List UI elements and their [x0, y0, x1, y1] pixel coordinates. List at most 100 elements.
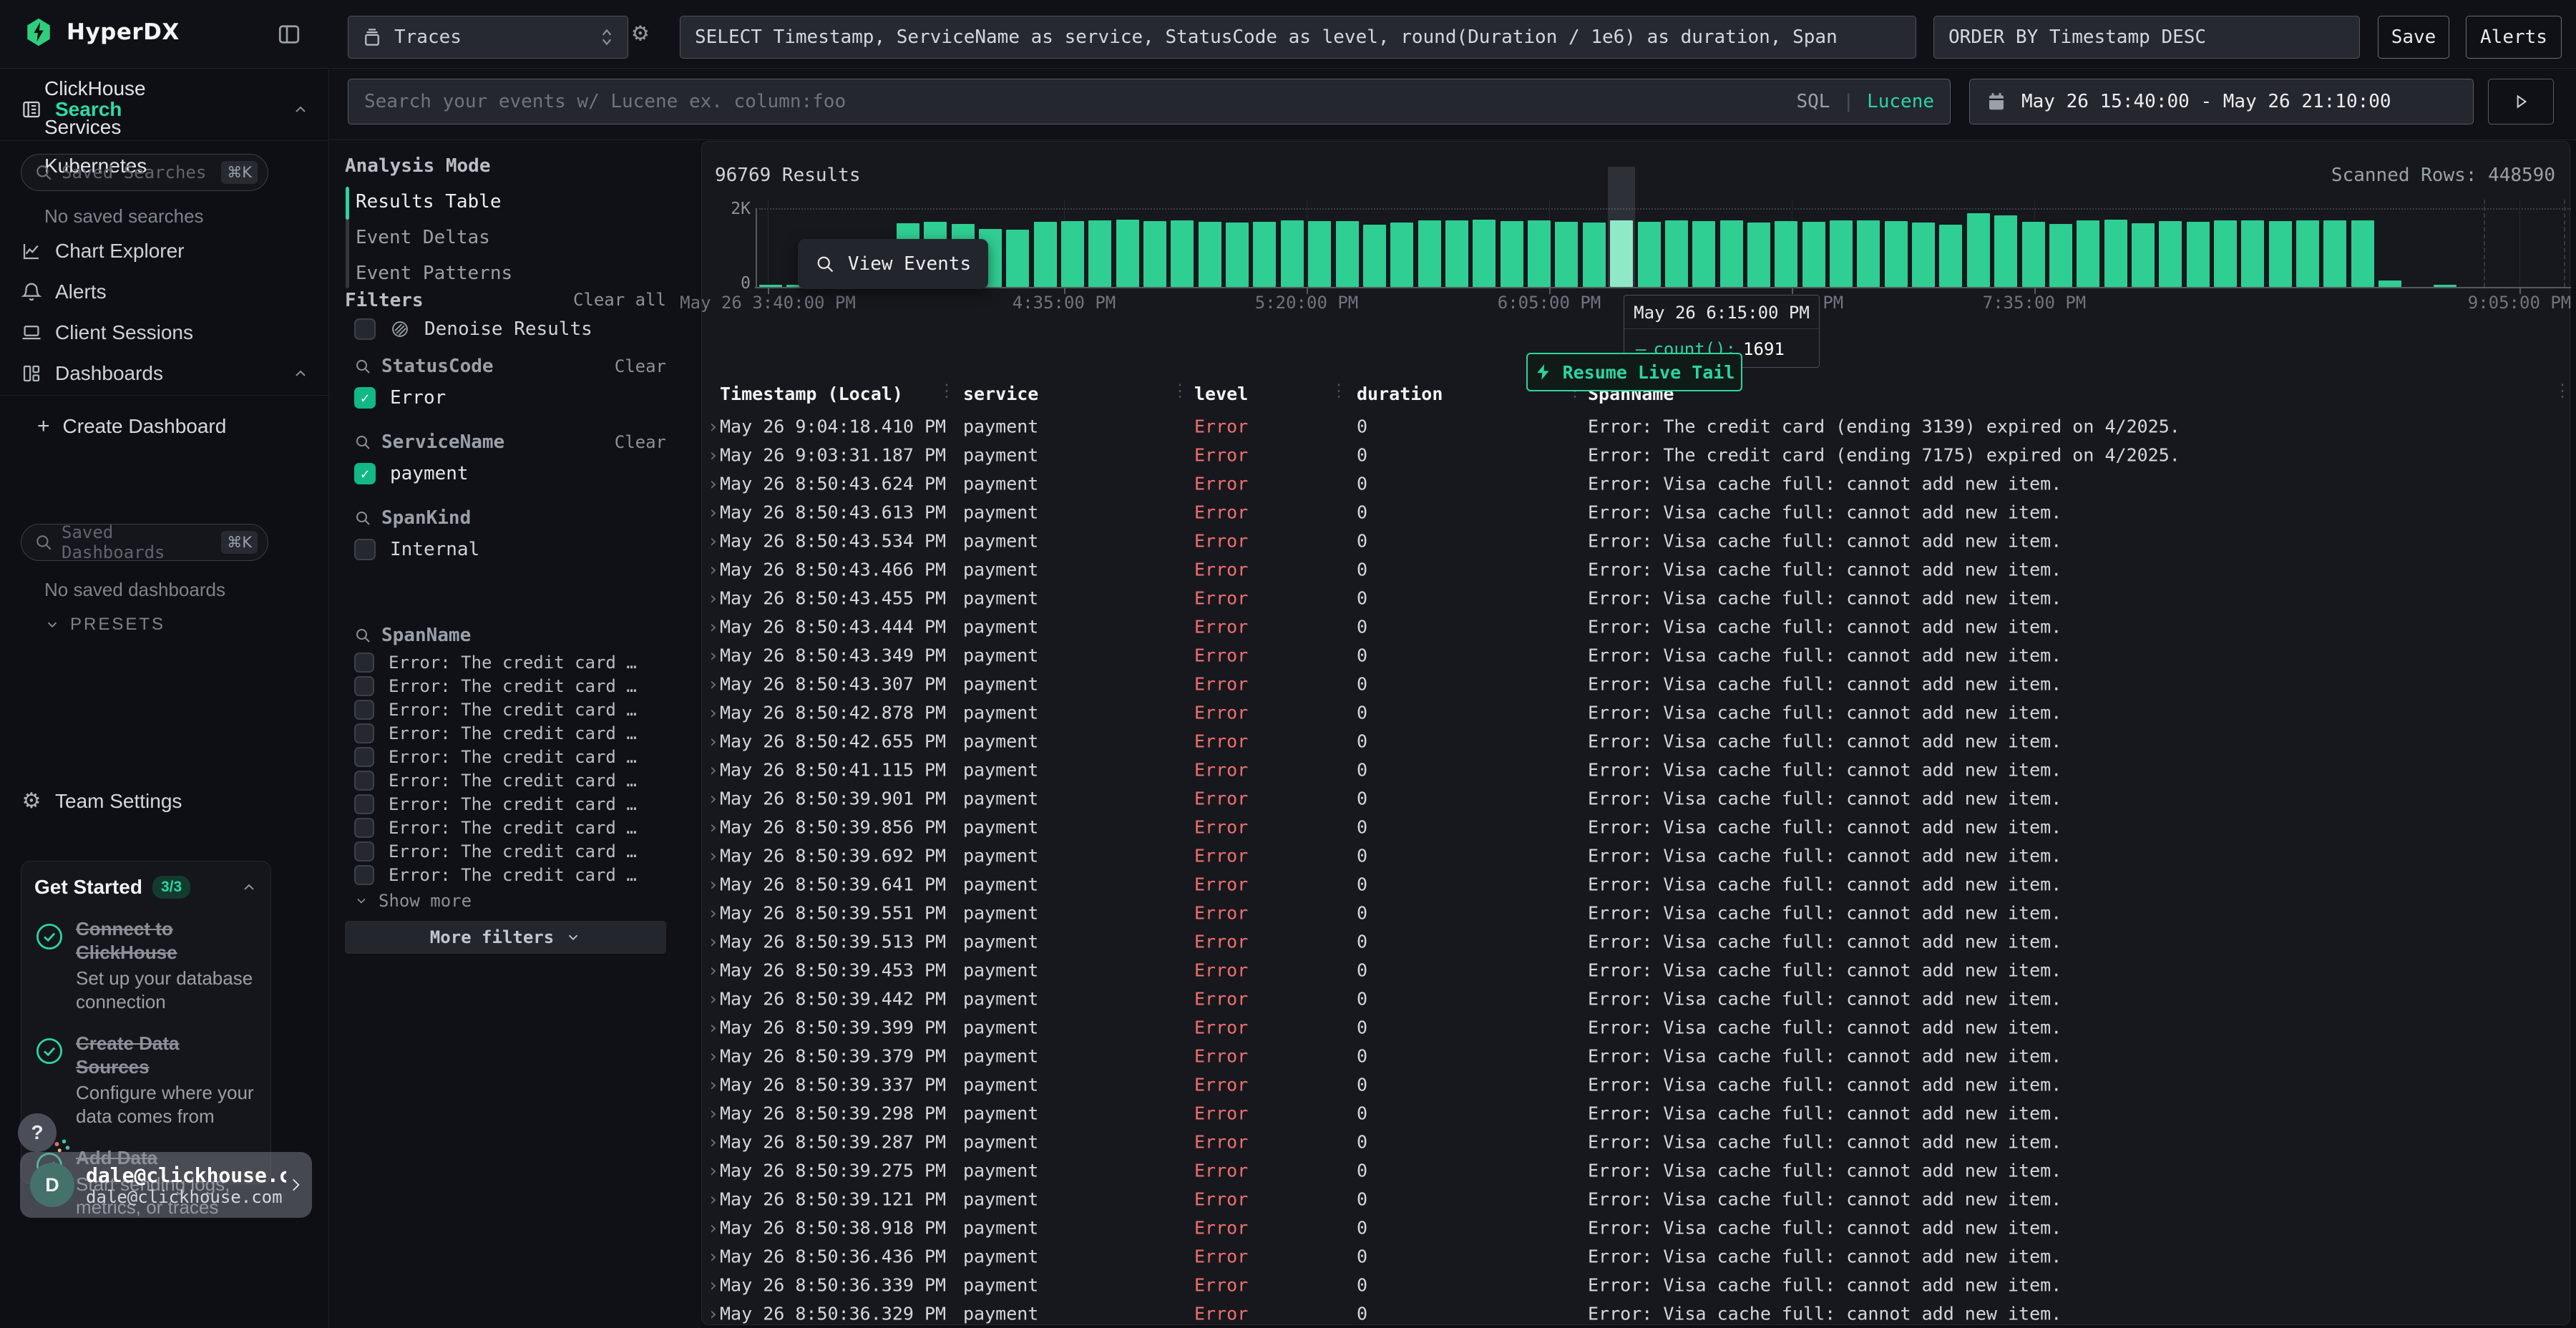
histogram-slot[interactable] [1830, 208, 1857, 287]
histogram-bar[interactable] [1308, 221, 1331, 287]
row-expand-chevron-icon[interactable]: › [708, 1075, 718, 1095]
table-row[interactable]: › May 26 8:50:39.692 PM payment Error 0 … [702, 841, 2571, 870]
table-row[interactable]: › May 26 8:50:39.337 PM payment Error 0 … [702, 1070, 2571, 1099]
histogram-bar[interactable] [1116, 220, 1139, 287]
row-expand-chevron-icon[interactable]: › [708, 1103, 718, 1124]
row-expand-chevron-icon[interactable]: › [708, 674, 718, 695]
row-expand-chevron-icon[interactable]: › [708, 1132, 718, 1153]
filter-checkbox-row[interactable]: Error: The credit card … [354, 839, 669, 863]
column-header[interactable]: service [963, 384, 1038, 404]
row-expand-chevron-icon[interactable]: › [708, 560, 718, 580]
filter-checkbox-row[interactable]: Error: The credit card … [354, 721, 669, 745]
table-row[interactable]: › May 26 8:50:43.466 PM payment Error 0 … [702, 555, 2571, 584]
chevron-up-icon[interactable] [292, 101, 309, 118]
user-account-chip[interactable]: D dale@clickhouse.com dale@clickhouse.co… [20, 1152, 312, 1218]
show-more-button[interactable]: Show more [354, 891, 472, 911]
histogram-slot[interactable] [2187, 208, 2214, 287]
histogram-slot[interactable] [1583, 208, 1610, 287]
sidebar-item-alerts[interactable]: Alerts [0, 280, 329, 303]
row-expand-chevron-icon[interactable]: › [708, 1017, 718, 1038]
table-row[interactable]: › May 26 8:50:39.287 PM payment Error 0 … [702, 1128, 2571, 1156]
resume-live-tail-button[interactable]: Resume Live Tail [1526, 353, 1742, 391]
histogram-slot[interactable] [1061, 208, 1088, 287]
sidebar-item-search[interactable]: Search [0, 98, 329, 121]
histogram-slot[interactable] [2159, 208, 2186, 287]
histogram-bar[interactable] [2104, 220, 2127, 287]
histogram-bar[interactable] [1501, 221, 1523, 287]
run-query-button[interactable] [2488, 79, 2554, 125]
histogram-bar[interactable] [1336, 221, 1359, 287]
histogram-slot[interactable] [1665, 208, 1692, 287]
histogram-slot[interactable] [1418, 208, 1445, 287]
histogram-bar[interactable] [2351, 220, 2374, 288]
histogram-slot[interactable] [1390, 208, 1418, 287]
histogram-slot[interactable] [1116, 208, 1143, 287]
checkbox[interactable] [354, 818, 374, 838]
histogram-bar[interactable] [2214, 220, 2237, 287]
histogram-bar[interactable] [1143, 221, 1166, 287]
checkbox[interactable]: ✓ [354, 387, 376, 409]
histogram-bar[interactable] [1088, 220, 1111, 288]
histogram-bar[interactable] [1638, 222, 1661, 287]
histogram-slot[interactable] [1638, 208, 1665, 287]
source-settings-gear-icon[interactable]: ⚙ [633, 20, 648, 46]
more-filters-button[interactable]: More filters [345, 921, 666, 954]
create-dashboard-button[interactable]: + Create Dashboard [0, 414, 329, 439]
histogram-slot[interactable] [1967, 208, 1994, 287]
checkbox[interactable] [354, 676, 374, 696]
column-resize-handle[interactable]: ⋮ [938, 381, 954, 401]
order-by-editor[interactable]: ORDER BY Timestamp DESC [1933, 16, 2360, 59]
sql-select-editor[interactable]: SELECT Timestamp, ServiceName as service… [680, 16, 1916, 59]
row-expand-chevron-icon[interactable]: › [708, 846, 718, 866]
histogram-slot[interactable] [1501, 208, 1528, 287]
mode-lucene-toggle[interactable]: Lucene [1867, 91, 1934, 112]
table-row[interactable]: › May 26 8:50:39.121 PM payment Error 0 … [702, 1185, 2571, 1214]
histogram-slot[interactable] [2461, 208, 2488, 287]
table-row[interactable]: › May 26 8:50:38.918 PM payment Error 0 … [702, 1214, 2571, 1242]
histogram-slot[interactable] [2214, 208, 2241, 287]
histogram-bar[interactable] [1418, 220, 1441, 288]
histogram-bar[interactable] [1885, 221, 1908, 287]
checkbox[interactable] [354, 794, 374, 814]
row-expand-chevron-icon[interactable]: › [708, 474, 718, 494]
saved-searches-input[interactable]: Saved Searches ⌘K [21, 154, 268, 191]
row-expand-chevron-icon[interactable]: › [708, 1246, 718, 1267]
logo[interactable]: HyperDX [24, 17, 180, 47]
sidebar-item-chart-explorer[interactable]: Chart Explorer [0, 240, 329, 263]
row-expand-chevron-icon[interactable]: › [708, 874, 718, 895]
save-button[interactable]: Save [2378, 16, 2449, 59]
histogram-slot[interactable] [1363, 208, 1390, 287]
chevron-up-icon[interactable] [292, 365, 309, 382]
table-row[interactable]: › May 26 8:50:39.453 PM payment Error 0 … [702, 956, 2571, 985]
table-row[interactable]: › May 26 8:50:43.624 PM payment Error 0 … [702, 469, 2571, 498]
alerts-button[interactable]: Alerts [2466, 16, 2562, 59]
histogram-slot[interactable] [1939, 208, 1966, 287]
search-icon[interactable] [354, 358, 371, 375]
filter-checkbox-row[interactable]: Error: The credit card … [354, 863, 669, 887]
histogram-slot[interactable] [1720, 208, 1747, 287]
histogram-slot[interactable] [1912, 208, 1939, 287]
histogram-bar[interactable] [2241, 220, 2264, 288]
histogram-slot[interactable] [2351, 208, 2379, 287]
table-row[interactable]: › May 26 8:50:39.641 PM payment Error 0 … [702, 870, 2571, 899]
help-button[interactable]: ? [18, 1113, 57, 1152]
row-expand-chevron-icon[interactable]: › [708, 588, 718, 609]
histogram-bar[interactable] [1692, 221, 1715, 287]
histogram-bar[interactable] [2159, 221, 2182, 287]
histogram-slot[interactable] [2489, 208, 2516, 287]
histogram-bar[interactable] [2187, 222, 2210, 287]
histogram-bar[interactable] [1171, 220, 1194, 287]
table-row[interactable]: › May 26 8:50:39.442 PM payment Error 0 … [702, 985, 2571, 1013]
checkbox[interactable] [354, 865, 374, 885]
histogram-bar[interactable] [1720, 220, 1743, 288]
histogram-slot[interactable] [1857, 208, 1884, 287]
table-row[interactable]: › May 26 9:03:31.187 PM payment Error 0 … [702, 441, 2571, 469]
histogram-slot[interactable] [1775, 208, 1802, 287]
presets-toggle[interactable]: PRESETS [0, 615, 329, 635]
histogram-bar[interactable] [1802, 222, 1825, 287]
filter-checkbox-row[interactable]: Internal [354, 534, 479, 565]
view-events-button[interactable]: View Events [798, 239, 988, 289]
histogram-slot[interactable] [2132, 208, 2159, 287]
column-resize-handle[interactable]: ⋮ [1330, 381, 1346, 401]
table-options-handle[interactable]: ⋮ [2554, 381, 2570, 401]
